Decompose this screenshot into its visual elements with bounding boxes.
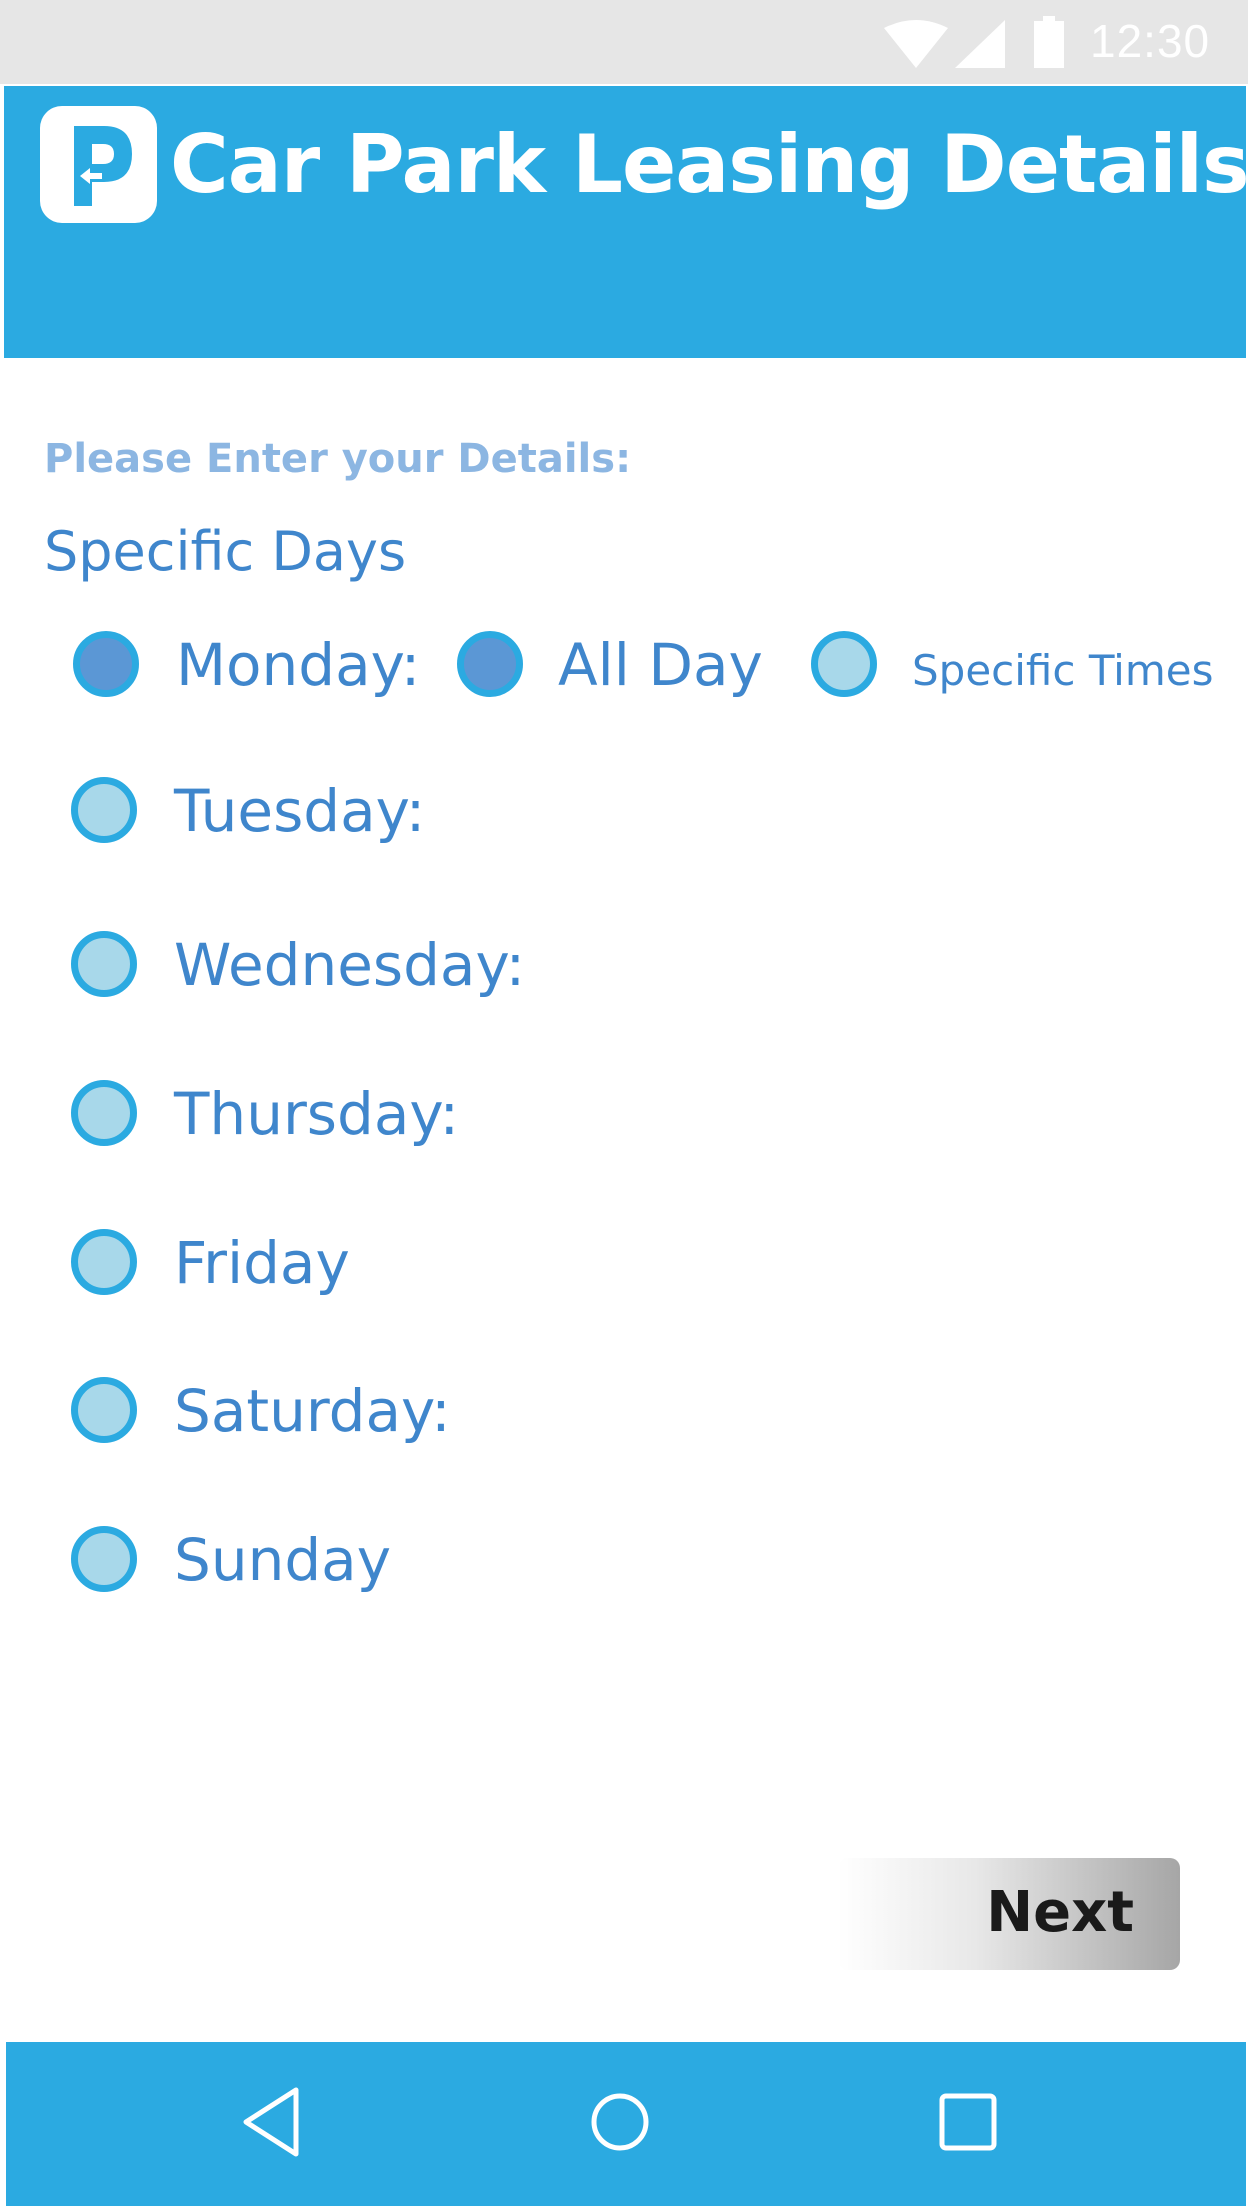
status-time: 12:30 <box>1090 15 1211 67</box>
day-label-saturday: Saturday: <box>174 1377 451 1445</box>
radio-all-day[interactable] <box>457 631 523 697</box>
day-label-tuesday: Tuesday: <box>174 777 426 845</box>
radio-tuesday[interactable] <box>71 777 137 843</box>
parking-logo-icon <box>40 106 157 223</box>
radio-sunday[interactable] <box>71 1526 137 1592</box>
page-title: Car Park Leasing Details <box>170 118 1248 211</box>
day-label-thursday: Thursday: <box>174 1080 460 1148</box>
status-bar: 12:30 <box>0 0 1248 84</box>
form-prompt: Please Enter your Details: <box>44 436 632 482</box>
radio-monday[interactable] <box>73 631 139 697</box>
day-label-friday: Friday <box>174 1229 350 1297</box>
radio-thursday[interactable] <box>71 1080 137 1146</box>
navigation-bar <box>6 2042 1246 2206</box>
home-icon[interactable] <box>580 2082 660 2162</box>
recents-icon[interactable] <box>928 2082 1008 2162</box>
radio-wednesday[interactable] <box>71 931 137 997</box>
option-label-all-day: All Day <box>558 631 763 699</box>
radio-specific-times[interactable] <box>811 631 877 697</box>
option-label-specific-times: Specific Times <box>912 646 1214 695</box>
next-button[interactable]: Next <box>838 1858 1180 1970</box>
back-icon[interactable] <box>238 2082 304 2162</box>
signal-icon <box>955 20 1005 68</box>
screen: 12:30 Car Park Leasing Details Please En… <box>0 0 1248 2210</box>
radio-saturday[interactable] <box>71 1377 137 1443</box>
battery-icon <box>1034 16 1064 68</box>
section-title: Specific Days <box>44 520 407 583</box>
day-label-monday: Monday: <box>176 631 421 699</box>
day-label-wednesday: Wednesday: <box>174 931 526 999</box>
radio-friday[interactable] <box>71 1229 137 1295</box>
wifi-icon <box>884 20 948 68</box>
next-button-label: Next <box>986 1880 1134 1945</box>
day-label-sunday: Sunday <box>174 1526 392 1594</box>
